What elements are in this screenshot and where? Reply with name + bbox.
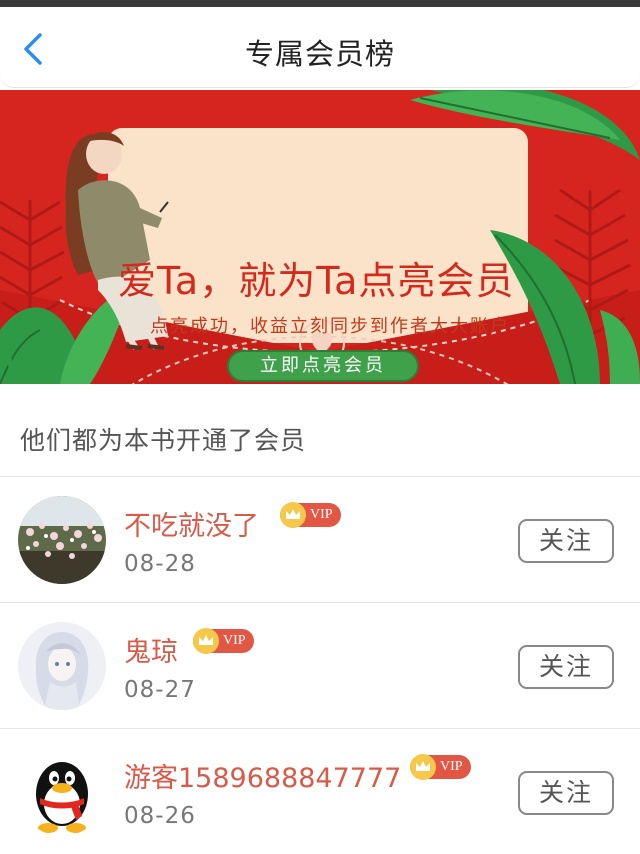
member-avatar[interactable] — [18, 622, 106, 710]
activate-membership-button[interactable]: 立即点亮会员 — [227, 350, 419, 382]
member-name[interactable]: 鬼琼 — [124, 630, 178, 669]
banner-illustration — [0, 90, 640, 384]
banner-headline: 爱Ta，就为Ta点亮会员 — [118, 259, 515, 303]
vip-label: VIP — [440, 759, 463, 774]
member-date: 08-28 — [124, 551, 196, 577]
member-row: 不吃就没了 VIP 08-28 关注 — [0, 476, 640, 602]
nav-bar: 专属会员榜 — [0, 7, 640, 88]
member-name[interactable]: 游客1589688847777 — [124, 756, 401, 795]
member-row: 游客1589688847777 VIP 08-26 关注 — [0, 728, 640, 854]
vip-label: VIP — [310, 507, 333, 522]
member-avatar[interactable] — [18, 748, 106, 836]
crown-icon — [280, 502, 306, 528]
vip-badge: VIP — [410, 754, 471, 780]
page-title: 专属会员榜 — [244, 37, 395, 71]
status-strip — [0, 0, 640, 7]
member-date: 08-27 — [124, 677, 196, 703]
vip-badge: VIP — [280, 502, 341, 528]
follow-button[interactable]: 关注 — [518, 645, 614, 689]
crown-icon — [193, 628, 219, 654]
member-date: 08-26 — [124, 803, 196, 829]
member-list: 不吃就没了 VIP 08-28 关注 鬼琼 VIP 08-27 关注 游客158… — [0, 476, 640, 854]
anime-avatar-icon — [18, 622, 106, 710]
follow-button[interactable]: 关注 — [518, 771, 614, 815]
vip-badge: VIP — [193, 628, 254, 654]
section-heading: 他们都为本书开通了会员 — [20, 426, 307, 455]
crown-icon — [410, 754, 436, 780]
member-name[interactable]: 不吃就没了 — [124, 504, 259, 543]
banner-subtitle: 点亮成功，收益立刻同步到作者大大账户 — [150, 316, 510, 337]
member-row: 鬼琼 VIP 08-27 关注 — [0, 602, 640, 728]
vip-label: VIP — [223, 633, 246, 648]
flower-avatar-icon — [18, 496, 106, 584]
promo-banner[interactable]: 爱Ta，就为Ta点亮会员 点亮成功，收益立刻同步到作者大大账户 立即点亮会员 — [0, 90, 640, 384]
follow-button[interactable]: 关注 — [518, 519, 614, 563]
qq-penguin-avatar-icon — [18, 748, 106, 836]
member-avatar[interactable] — [18, 496, 106, 584]
